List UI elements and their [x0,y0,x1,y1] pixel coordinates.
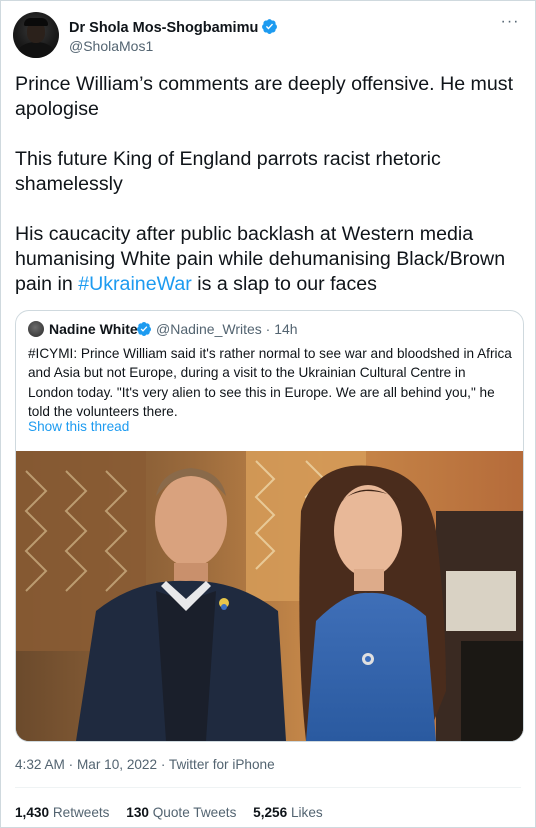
tweet-stats: 1,430 Retweets 130 Quote Tweets 5,256 Li… [15,805,336,820]
author-avatar[interactable] [13,12,59,58]
quoted-author-handle-time: @Nadine_Writes · 14h [156,321,298,337]
quoted-tweet-photo[interactable] [16,451,523,741]
hashtag-link[interactable]: #UkraineWar [78,273,192,295]
tweet-text: Prince William’s comments are deeply off… [15,72,525,297]
tweet-paragraph: His caucacity after public backlash at W… [15,222,525,297]
show-thread-link[interactable]: Show this thread [28,419,129,434]
tweet-timestamp-source[interactable]: 4:32 AM · Mar 10, 2022 · Twitter for iPh… [15,757,275,772]
quote-tweets-stat[interactable]: 130 Quote Tweets [126,805,236,820]
likes-stat[interactable]: 5,256 Likes [253,805,323,820]
quoted-tweet[interactable]: Nadine White @Nadine_Writes · 14h #ICYMI… [15,310,524,742]
retweets-label: Retweets [52,805,110,820]
verified-badge-icon [262,19,278,34]
author-handle[interactable]: @SholaMos1 [69,38,153,54]
quoted-tweet-text: #ICYMI: Prince William said it's rather … [28,346,512,419]
retweets-count: 1,430 [15,805,50,820]
quoted-author-avatar [28,321,44,337]
tweet-card: Dr Shola Mos-Shogbamimu @SholaMos1 ··· P… [0,0,536,828]
retweets-stat[interactable]: 1,430 Retweets [15,805,109,820]
more-options-icon[interactable]: ··· [499,14,521,38]
divider [15,787,521,788]
photo-illustration [16,451,523,741]
likes-count: 5,256 [253,805,288,820]
tweet-text-segment: is a slap to our faces [191,273,377,295]
verified-badge-icon [136,322,151,336]
likes-label: Likes [290,805,323,820]
quote-tweets-label: Quote Tweets [152,805,237,820]
tweet-paragraph: This future King of England parrots raci… [15,148,441,195]
tweet-paragraph: Prince William’s comments are deeply off… [15,73,514,120]
author-name-row[interactable]: Dr Shola Mos-Shogbamimu [69,18,278,36]
tweet-header: Dr Shola Mos-Shogbamimu @SholaMos1 ··· [13,12,523,60]
quoted-author-name: Nadine White [49,321,138,337]
quote-tweets-count: 130 [126,805,149,820]
author-name[interactable]: Dr Shola Mos-Shogbamimu [69,20,258,36]
